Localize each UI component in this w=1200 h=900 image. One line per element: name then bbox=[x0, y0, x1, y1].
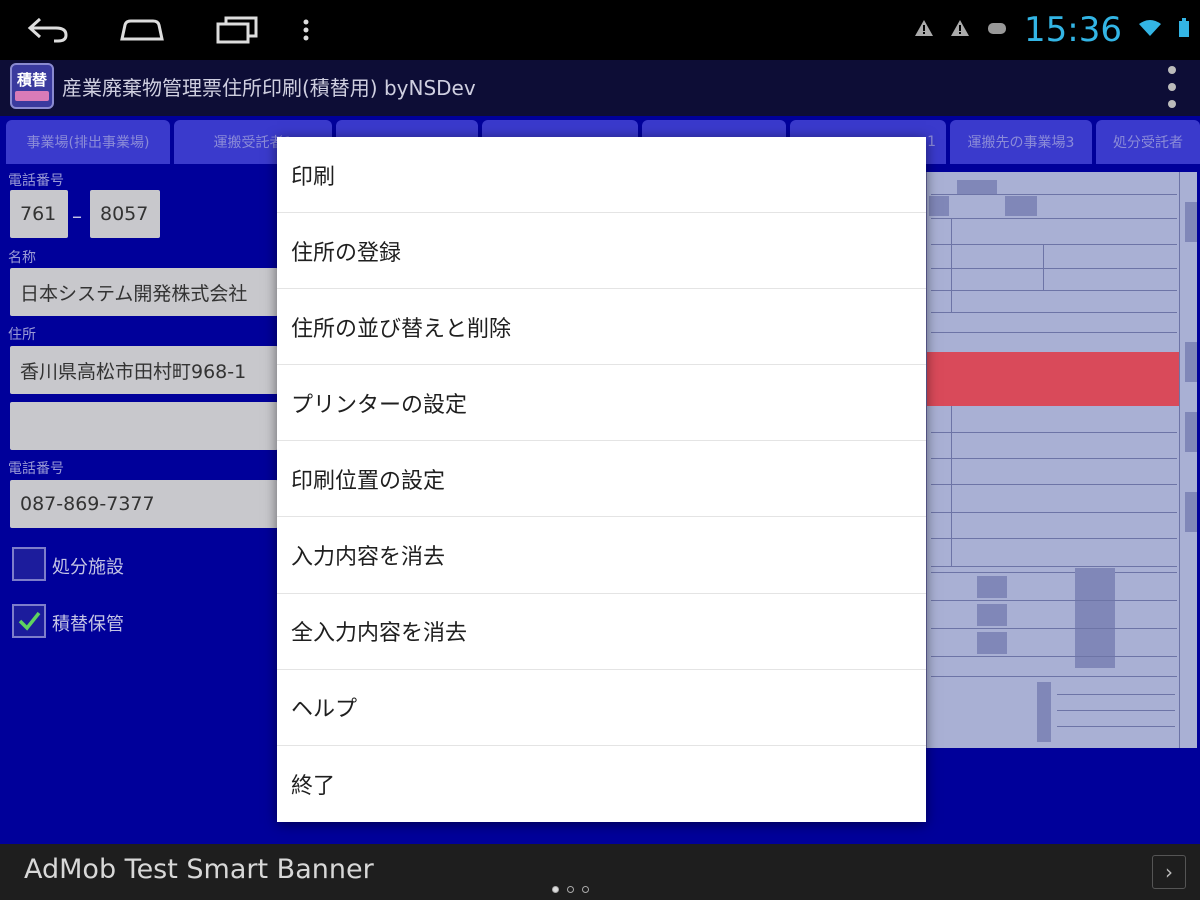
name-label: 名称 bbox=[8, 250, 36, 266]
phone-label-2: 電話番号 bbox=[8, 461, 64, 477]
recent-apps-icon[interactable] bbox=[212, 12, 262, 48]
notification-icon bbox=[986, 20, 1008, 40]
warning-icon bbox=[950, 19, 970, 41]
postal-dash: – bbox=[72, 204, 82, 228]
tab-disposal-contractor[interactable]: 処分受託者 bbox=[1096, 120, 1200, 164]
chevron-right-icon[interactable]: › bbox=[1152, 855, 1186, 889]
disposal-facility-label: 処分施設 bbox=[52, 557, 124, 578]
phone-label: 電話番号 bbox=[8, 173, 64, 189]
transfer-storage-label: 積替保管 bbox=[52, 614, 124, 635]
disposal-facility-checkbox[interactable] bbox=[12, 547, 46, 581]
options-menu: 印刷 住所の登録 住所の並び替えと削除 プリンターの設定 印刷位置の設定 入力内… bbox=[277, 137, 926, 822]
app-title: 産業廃棄物管理票住所印刷(積替用) byNSDev bbox=[62, 76, 476, 100]
status-icons: 15:36 bbox=[914, 8, 1190, 52]
address2-input[interactable] bbox=[10, 402, 278, 450]
menu-item-printer-settings[interactable]: プリンターの設定 bbox=[277, 365, 926, 442]
tab-destination-3[interactable]: 運搬先の事業場3 bbox=[950, 120, 1092, 164]
app-icon-text: 積替 bbox=[16, 70, 47, 89]
warning-icon bbox=[914, 19, 934, 41]
menu-icon[interactable] bbox=[296, 12, 316, 48]
status-bar: 15:36 bbox=[0, 0, 1200, 60]
menu-item-clear-input[interactable]: 入力内容を消去 bbox=[277, 517, 926, 594]
ad-banner[interactable]: AdMob Test Smart Banner › bbox=[0, 844, 1200, 900]
menu-item-print[interactable]: 印刷 bbox=[277, 137, 926, 214]
ad-banner-text: AdMob Test Smart Banner bbox=[24, 854, 374, 885]
name-input[interactable]: 日本システム開発株式会社 bbox=[10, 268, 278, 316]
postal-code-1-input[interactable]: 761 bbox=[10, 190, 68, 238]
tab-discharge-site[interactable]: 事業場(排出事業場) bbox=[6, 120, 170, 164]
battery-icon bbox=[1178, 18, 1190, 42]
app-icon[interactable]: 積替 bbox=[10, 63, 54, 109]
checkmark-icon bbox=[18, 611, 41, 631]
overflow-menu-icon[interactable] bbox=[1162, 66, 1182, 108]
address-label: 住所 bbox=[8, 327, 36, 343]
back-icon[interactable] bbox=[24, 12, 72, 48]
postal-code-2-input[interactable]: 8057 bbox=[90, 190, 160, 238]
manifest-preview bbox=[925, 172, 1197, 748]
wifi-icon bbox=[1138, 19, 1162, 41]
transfer-storage-checkbox[interactable] bbox=[12, 604, 46, 638]
home-icon[interactable] bbox=[116, 12, 168, 48]
menu-item-sort-delete-address[interactable]: 住所の並び替えと削除 bbox=[277, 289, 926, 366]
menu-item-clear-all-input[interactable]: 全入力内容を消去 bbox=[277, 594, 926, 670]
address-input[interactable]: 香川県高松市田村町968-1 bbox=[10, 346, 278, 394]
menu-item-exit[interactable]: 終了 bbox=[277, 746, 926, 822]
clock: 15:36 bbox=[1024, 10, 1122, 50]
menu-item-register-address[interactable]: 住所の登録 bbox=[277, 213, 926, 290]
menu-item-help[interactable]: ヘルプ bbox=[277, 670, 926, 746]
phone-input[interactable]: 087-869-7377 bbox=[10, 480, 278, 528]
menu-item-print-position-settings[interactable]: 印刷位置の設定 bbox=[277, 441, 926, 518]
page-indicator bbox=[552, 886, 589, 893]
